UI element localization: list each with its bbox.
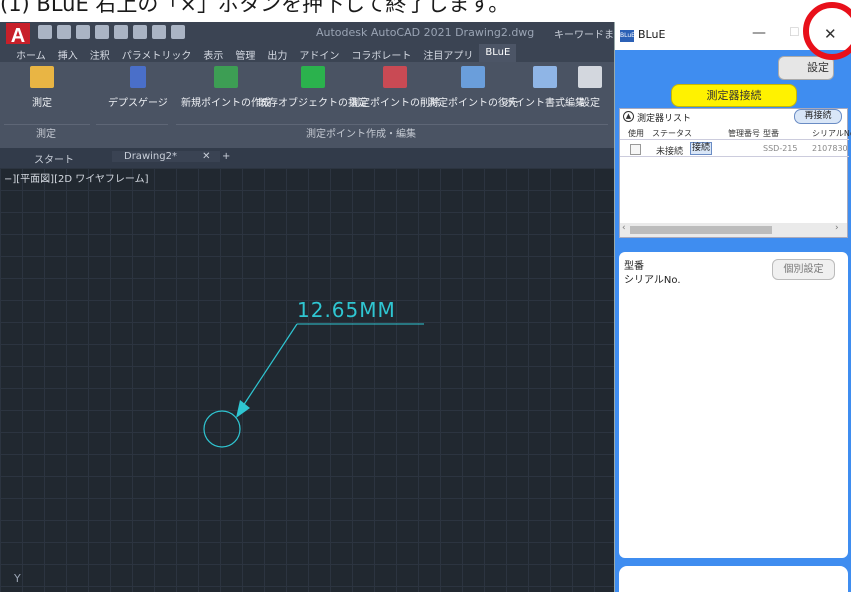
close-tab-icon[interactable]: ✕ — [202, 151, 210, 162]
ucs-y-axis: Y — [14, 572, 21, 585]
tab-output[interactable]: 出力 — [261, 44, 293, 62]
save-as-icon[interactable] — [95, 25, 109, 39]
window-title: Autodesk AutoCAD 2021 Drawing2.dwg — [316, 26, 535, 39]
depth-gauge-label: デプスゲージ — [108, 98, 168, 109]
device-table-header: 使用 ステータス 管理番号 型番 シリアルNo — [620, 126, 851, 140]
new-file-icon[interactable] — [38, 25, 52, 39]
message-area — [619, 566, 848, 592]
col-serial: シリアルNo — [812, 129, 851, 138]
tab-drawing2-label: Drawing2* — [124, 151, 177, 162]
depth-gauge-button[interactable]: デプスゲージ — [108, 66, 168, 109]
new-point-icon — [214, 66, 238, 88]
col-manage-no: 管理番号 — [728, 129, 760, 138]
keyword-search[interactable]: キーワードまた — [554, 26, 614, 41]
scroll-thumb[interactable] — [630, 226, 772, 234]
measured-circle — [203, 410, 241, 448]
row-connect-button[interactable]: 接続 — [690, 142, 712, 155]
leader-arrowhead — [236, 400, 250, 418]
tab-parametric[interactable]: パラメトリック — [116, 44, 198, 62]
settings-ribbon-label: 設定 — [580, 98, 600, 109]
col-model: 型番 — [763, 129, 779, 138]
point-format-label: ポイント書式編集 — [505, 98, 585, 109]
leader-line — [242, 323, 298, 407]
instruction-caption: (1) BLuE 右上の「×」ボタンを押下して終了します。 — [0, 0, 510, 16]
tab-blue[interactable]: BLuE — [479, 44, 517, 62]
autocad-titlebar: A Autodesk AutoCAD 2021 Drawing2.dwg キーワ… — [0, 22, 614, 49]
undo-icon[interactable] — [152, 25, 166, 39]
tab-collaborate[interactable]: コラボレート — [345, 44, 417, 62]
measure-label: 測定 — [32, 98, 52, 109]
scroll-left-icon[interactable]: ‹ — [622, 223, 626, 233]
reconnect-button[interactable]: 再接続 — [794, 109, 842, 124]
point-format-button[interactable]: ポイント書式編集 — [505, 66, 585, 109]
minimize-button[interactable]: — — [752, 25, 766, 41]
panel-label-point-edit: 測定ポイント作成・編集 — [306, 129, 416, 140]
tab-drawing2[interactable]: Drawing2* ✕ — [112, 151, 220, 162]
settings-button[interactable]: 設定 — [778, 56, 834, 80]
drawing-canvas[interactable]: −][平面図][2D ワイヤフレーム] 12.65MM Y — [0, 168, 614, 592]
col-status: ステータス — [652, 129, 692, 138]
blue-app-name: BLuE — [638, 28, 666, 41]
screenshot-root: (1) BLuE 右上の「×」ボタンを押下して終了します。 A Autodesk… — [0, 0, 851, 592]
blue-window: BLuE BLuE — ☐ ✕ 設定 測定器接続 ▲ 測定器リスト 再接続 使用… — [614, 2, 851, 592]
delete-point-icon — [383, 66, 407, 88]
model-cell: SSD-215 — [763, 144, 798, 153]
delete-point-label: 測定ポイントの削除 — [350, 98, 440, 109]
tab-addins[interactable]: アドイン — [293, 44, 345, 62]
ribbon-panel: 測定 デプスゲージ 新規ポイントの作成 既存オブジェクトの指定 測定ポイントの削… — [0, 62, 614, 148]
existing-object-icon — [301, 66, 325, 88]
plot-icon[interactable] — [114, 25, 128, 39]
serial-cell: 2107830 — [812, 144, 848, 153]
ribbon-tab-bar: ホーム 挿入 注釈 パラメトリック 表示 管理 出力 アドイン コラボレート 注… — [0, 44, 614, 62]
device-detail-panel: 型番 シリアルNo. 個別設定 — [619, 252, 848, 558]
add-tab-icon[interactable]: + — [222, 151, 230, 162]
tab-manage[interactable]: 管理 — [229, 44, 261, 62]
collapse-icon[interactable]: ▲ — [623, 111, 634, 122]
maximize-button[interactable]: ☐ — [789, 25, 800, 39]
tab-insert[interactable]: 挿入 — [52, 44, 84, 62]
tab-home[interactable]: ホーム — [10, 44, 52, 62]
device-list-title: 測定器リスト — [637, 114, 692, 124]
tools-icon — [578, 66, 602, 88]
document-tab-bar: スタート Drawing2* ✕ + — [0, 148, 614, 168]
measure-button[interactable]: 測定 — [30, 66, 54, 109]
point-format-icon — [533, 66, 557, 88]
restore-point-icon — [461, 66, 485, 88]
tab-annotate[interactable]: 注釈 — [84, 44, 116, 62]
measure-icon — [30, 66, 54, 88]
horizontal-scrollbar[interactable]: ‹ › — [620, 223, 847, 237]
table-row[interactable]: 未接続 接続 SSD-215 2107830 — [620, 141, 849, 157]
tab-start[interactable]: スタート — [34, 151, 74, 166]
model-label: 型番 — [624, 261, 644, 272]
blue-body: 設定 測定器接続 ▲ 測定器リスト 再接続 使用 ステータス 管理番号 型番 シ… — [615, 50, 851, 592]
quick-access-toolbar — [38, 25, 185, 39]
print-icon[interactable] — [133, 25, 147, 39]
col-use: 使用 — [628, 129, 644, 138]
save-icon[interactable] — [76, 25, 90, 39]
delete-point-button[interactable]: 測定ポイントの削除 — [350, 66, 440, 109]
autocad-window: A Autodesk AutoCAD 2021 Drawing2.dwg キーワ… — [0, 22, 614, 592]
use-checkbox[interactable] — [630, 144, 641, 155]
scroll-right-icon[interactable]: › — [835, 223, 839, 233]
tab-featured-apps[interactable]: 注目アプリ — [417, 44, 479, 62]
drawing-geometry — [203, 323, 424, 448]
individual-settings-button[interactable]: 個別設定 — [772, 259, 835, 280]
panel-divider — [96, 124, 168, 125]
blue-app-icon: BLuE — [620, 30, 635, 42]
tab-view[interactable]: 表示 — [197, 44, 229, 62]
device-list-header: ▲ 測定器リスト 再接続 — [620, 109, 849, 125]
settings-ribbon-button[interactable]: 設定 — [578, 66, 602, 109]
dimension-text[interactable]: 12.65MM — [297, 298, 396, 322]
redo-icon[interactable] — [171, 25, 185, 39]
depth-gauge-icon — [129, 66, 146, 88]
device-list-panel: ▲ 測定器リスト 再接続 使用 ステータス 管理番号 型番 シリアルNo 未接続… — [619, 108, 851, 238]
serial-label: シリアルNo. — [624, 275, 681, 286]
connect-device-button[interactable]: 測定器接続 — [671, 84, 797, 107]
panel-label-measure: 測定 — [36, 129, 56, 140]
open-file-icon[interactable] — [57, 25, 71, 39]
status-cell: 未接続 — [656, 147, 684, 157]
